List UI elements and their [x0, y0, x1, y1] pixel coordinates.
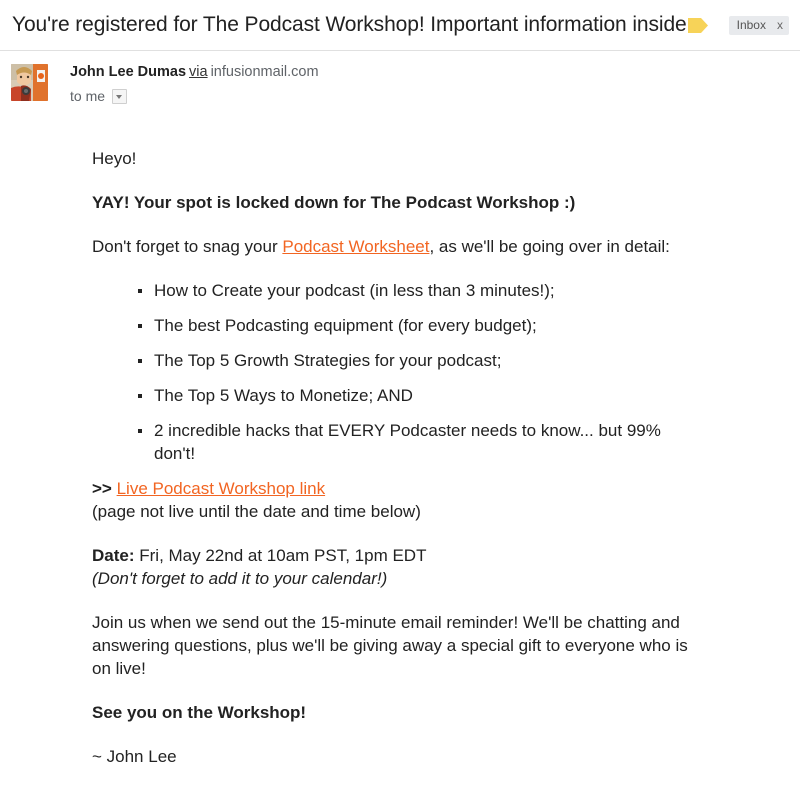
- intro-paragraph: Don't forget to snag your Podcast Worksh…: [92, 235, 692, 258]
- closing-paragraph: See you on the Workshop!: [92, 703, 307, 722]
- date-block: Date: Fri, May 22nd at 10am PST, 1pm EDT…: [92, 544, 692, 590]
- page-title: You're registered for The Podcast Worksh…: [12, 13, 687, 36]
- inbox-label-chip[interactable]: Inbox x: [728, 15, 789, 35]
- sender-name[interactable]: John Lee Dumas: [70, 64, 186, 80]
- inbox-chip-label: Inbox: [736, 17, 766, 32]
- live-workshop-link[interactable]: Live Podcast Workshop link: [117, 479, 326, 498]
- date-label: Date:: [92, 546, 135, 565]
- intro-text-before: Don't forget to snag your: [92, 237, 283, 256]
- link-arrow-prefix: >>: [92, 479, 112, 498]
- intro-text-after: , as we'll be going over in detail:: [429, 237, 670, 256]
- feature-bullet-list: How to Create your podcast (in less than…: [92, 279, 692, 465]
- sender-row: John Lee Dumas via infusionmail.com to me: [0, 58, 800, 105]
- remove-label-icon[interactable]: x: [777, 16, 783, 35]
- calendar-note: (Don't forget to add it to your calendar…: [92, 569, 388, 588]
- sender-line: John Lee Dumas via infusionmail.com: [70, 62, 319, 82]
- sender-domain: infusionmail.com: [210, 64, 319, 80]
- email-body: Heyo! YAY! Your spot is locked down for …: [92, 147, 692, 789]
- avatar[interactable]: [11, 64, 48, 101]
- date-value: Fri, May 22nd at 10am PST, 1pm EDT: [139, 546, 427, 565]
- list-item: 2 incredible hacks that EVERY Podcaster …: [138, 419, 692, 465]
- greeting-paragraph: Heyo!: [92, 149, 137, 168]
- header-divider: [0, 50, 800, 51]
- chevron-down-icon[interactable]: [112, 88, 128, 104]
- list-item: The Top 5 Ways to Monetize; AND: [138, 384, 692, 407]
- list-item: The Top 5 Growth Strategies for your pod…: [138, 349, 692, 372]
- headline-paragraph: YAY! Your spot is locked down for The Po…: [92, 193, 576, 212]
- recipient-line: to me: [70, 87, 319, 105]
- subject-bar: You're registered for The Podcast Worksh…: [0, 0, 800, 50]
- podcast-worksheet-link[interactable]: Podcast Worksheet: [282, 237, 429, 256]
- live-link-note: (page not live until the date and time b…: [92, 502, 421, 521]
- recipient-label: to me: [70, 88, 106, 104]
- list-item: The best Podcasting equipment (for every…: [138, 314, 692, 337]
- list-item: How to Create your podcast (in less than…: [138, 279, 692, 302]
- join-paragraph: Join us when we send out the 15-minute e…: [92, 613, 688, 678]
- avatar-photo-icon: [11, 64, 48, 101]
- signature-paragraph: ~ John Lee: [92, 747, 177, 766]
- label-tag-icon[interactable]: [687, 17, 709, 34]
- sender-meta: John Lee Dumas via infusionmail.com to me: [70, 58, 319, 105]
- live-link-block: >> Live Podcast Workshop link (page not l…: [92, 477, 692, 523]
- sender-via-label: via: [189, 64, 208, 80]
